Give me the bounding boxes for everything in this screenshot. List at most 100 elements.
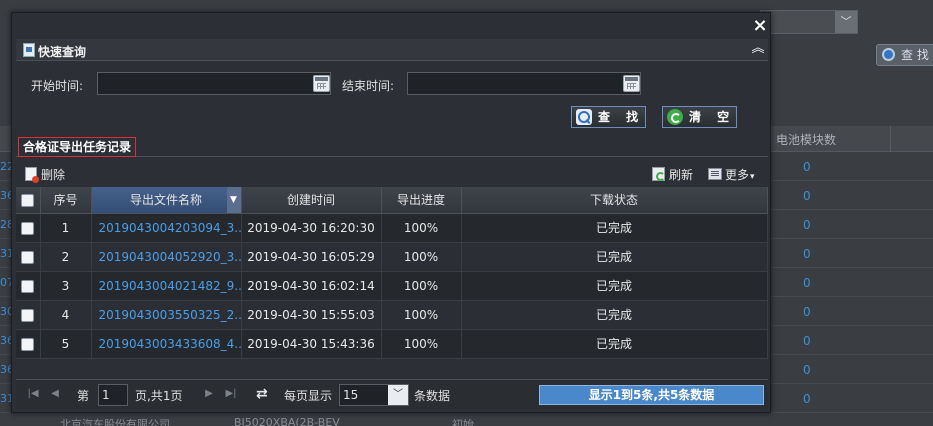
select-all-checkbox[interactable] <box>21 193 35 207</box>
column-header-seq[interactable]: 序号 <box>40 187 92 214</box>
background-cell-value: 0 <box>803 189 811 203</box>
clear-button[interactable]: 清 空 <box>662 106 737 128</box>
last-page-icon[interactable]: ▶| <box>224 387 238 401</box>
per-page-value: 15 <box>343 388 359 402</box>
search-button[interactable]: 查 找 <box>571 106 646 128</box>
table-row[interactable]: 4 2019043003550325_2... 2019-04-30 15:55:0… <box>16 300 768 330</box>
created-cell: 2019-04-30 16:05:29 <box>241 242 382 272</box>
page-status-text: 显示1到5条,共5条数据 <box>539 385 764 405</box>
select-all-header <box>16 187 41 214</box>
chevron-down-icon: ﹀ <box>835 11 857 33</box>
clear-button-label: 清 空 <box>689 110 736 124</box>
background-cell-value: 0 <box>803 363 811 377</box>
filename-link[interactable]: 2019043003550325_2... <box>91 300 242 330</box>
form-icon <box>23 43 35 57</box>
filename-link[interactable]: 2019043004021482_9... <box>91 271 242 301</box>
filename-link[interactable]: 2019043004052920_3... <box>91 242 242 272</box>
end-time-input[interactable] <box>407 72 641 95</box>
row-checkbox[interactable] <box>21 308 35 322</box>
created-cell: 2019-04-30 15:55:03 <box>241 300 382 330</box>
start-time-label: 开始时间: <box>31 79 84 93</box>
status-cell: 已完成 <box>461 329 768 359</box>
start-time-input[interactable] <box>97 72 331 95</box>
background-cell-value: 0 <box>803 160 811 174</box>
seq-cell: 1 <box>40 213 92 243</box>
reset-icon <box>667 109 683 125</box>
column-header-filename[interactable]: 导出文件名称 ▼ <box>91 187 242 214</box>
column-header-status[interactable]: 下载状态 <box>461 187 768 214</box>
column-header-created[interactable]: 创建时间 <box>241 187 382 214</box>
page-suffix: 页,共1页 <box>135 389 183 403</box>
seq-cell: 2 <box>40 242 92 272</box>
table-row[interactable]: 3 2019043004021482_9... 2019-04-30 16:02:1… <box>16 271 768 301</box>
background-cell-value: 0 <box>803 218 811 232</box>
caret-down-icon: ▾ <box>750 172 755 182</box>
pagination-bar: |◀ ◀ 第 页,共1页 ▶ ▶| ⇄ 每页显示 15 ﹀ 条数据 显示1到5条… <box>16 379 768 409</box>
reload-icon[interactable]: ⇄ <box>256 386 268 402</box>
search-button-label: 查 找 <box>598 110 645 124</box>
created-cell: 2019-04-30 15:43:36 <box>241 329 382 359</box>
column-header-filename-label: 导出文件名称 <box>129 193 202 208</box>
end-time-label: 结束时间: <box>342 79 395 93</box>
row-checkbox[interactable] <box>21 250 35 264</box>
delete-label: 删除 <box>41 168 66 182</box>
calendar-icon[interactable] <box>313 75 330 92</box>
row-select-cell <box>16 271 41 301</box>
search-icon <box>576 109 592 125</box>
row-checkbox[interactable] <box>21 337 35 351</box>
delete-button[interactable]: 删除 <box>25 166 65 183</box>
row-select-cell <box>16 329 41 359</box>
first-page-icon[interactable]: |◀ <box>26 387 40 401</box>
table-row[interactable]: 1 2019043004203094_3... 2019-04-30 16:20:3… <box>16 213 768 243</box>
list-icon <box>708 168 722 180</box>
row-select-cell <box>16 213 41 243</box>
page-number-input[interactable] <box>98 384 128 406</box>
calendar-icon[interactable] <box>623 75 640 92</box>
more-button[interactable]: 更多▾ <box>708 166 755 183</box>
divider <box>890 126 891 152</box>
background-search-label: 查 找 <box>901 48 929 62</box>
background-cell-value: 0 <box>803 334 811 348</box>
background-cell-value: 0 <box>803 247 811 261</box>
prev-page-icon[interactable]: ◀ <box>48 387 62 401</box>
per-page-select[interactable]: 15 ﹀ <box>339 384 409 406</box>
filename-link[interactable]: 2019043004203094_3... <box>91 213 242 243</box>
per-page-label: 每页显示 <box>284 389 333 403</box>
background-column-header: 电池模块数 <box>776 133 837 147</box>
row-select-cell <box>16 300 41 330</box>
progress-cell: 100% <box>381 242 462 272</box>
status-cell: 已完成 <box>461 300 768 330</box>
progress-cell: 100% <box>381 213 462 243</box>
refresh-button[interactable]: 刷新 <box>652 166 693 183</box>
page-prefix: 第 <box>77 389 90 403</box>
background-status: 初始 <box>452 418 474 426</box>
status-cell: 已完成 <box>461 213 768 243</box>
refresh-icon <box>652 167 665 181</box>
table-header-row: 序号 导出文件名称 ▼ 创建时间 导出进度 下载状态 <box>16 187 768 214</box>
next-page-icon[interactable]: ▶ <box>202 387 216 401</box>
seq-cell: 3 <box>40 271 92 301</box>
background-cell-value: 0 <box>803 392 811 406</box>
export-task-table: 序号 导出文件名称 ▼ 创建时间 导出进度 下载状态 1 2019043004203… <box>16 187 768 359</box>
column-menu-icon[interactable]: ▼ <box>226 187 241 213</box>
collapse-icon[interactable]: ︽ <box>750 41 766 57</box>
section-title: 合格证导出任务记录 <box>18 137 137 157</box>
row-checkbox[interactable] <box>21 279 35 293</box>
row-select-cell <box>16 242 41 272</box>
chevron-down-icon[interactable]: ﹀ <box>388 385 408 405</box>
background-search-button: 查 找 <box>876 44 933 66</box>
created-cell: 2019-04-30 16:02:14 <box>241 271 382 301</box>
close-icon[interactable]: × <box>750 16 770 36</box>
table-row[interactable]: 2 2019043004052920_3... 2019-04-30 16:05:2… <box>16 242 768 272</box>
status-cell: 已完成 <box>461 242 768 272</box>
table-row[interactable]: 5 2019043003433608_4... 2019-04-30 15:43:3… <box>16 329 768 359</box>
grid-toolbar: 删除 刷新 更多▾ <box>16 163 768 185</box>
refresh-label: 刷新 <box>669 168 694 182</box>
per-page-suffix: 条数据 <box>414 389 451 403</box>
background-select: ﹀ <box>760 10 858 34</box>
background-company: 北京汽车股份有限公司 <box>60 418 170 426</box>
row-checkbox[interactable] <box>21 221 35 235</box>
progress-cell: 100% <box>381 271 462 301</box>
column-header-progress[interactable]: 导出进度 <box>381 187 462 214</box>
filename-link[interactable]: 2019043003433608_4... <box>91 329 242 359</box>
